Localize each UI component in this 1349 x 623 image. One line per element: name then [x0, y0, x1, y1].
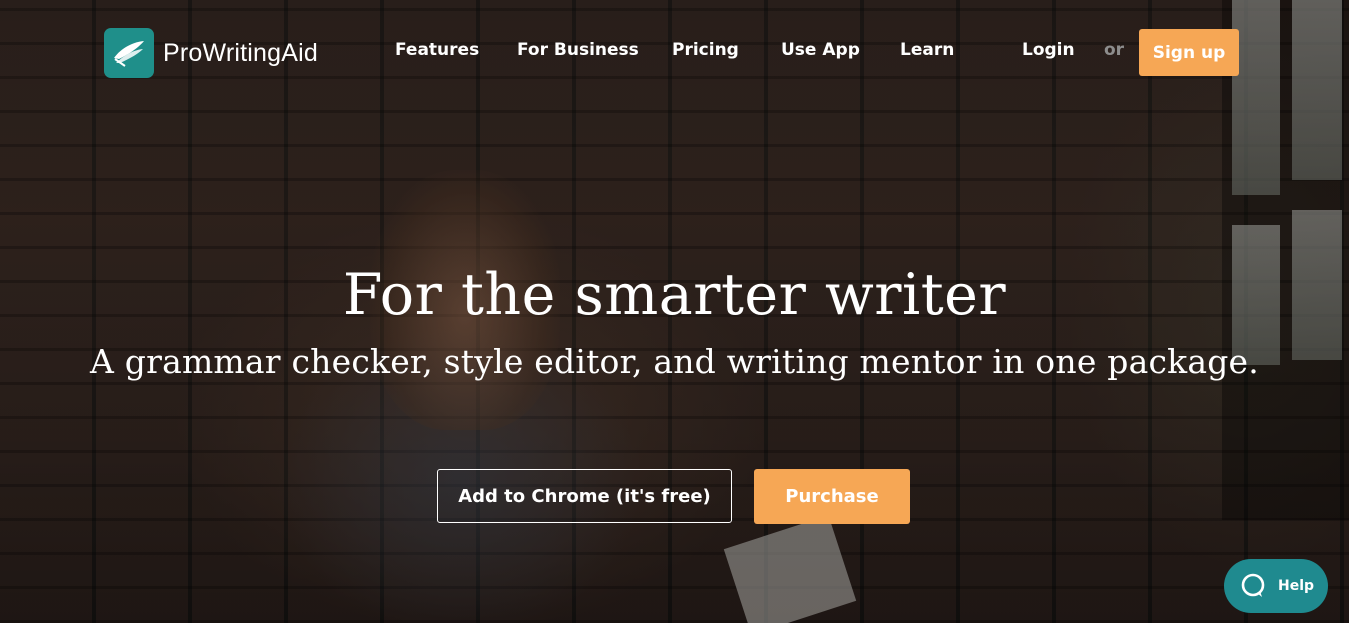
purchase-button[interactable]: Purchase: [754, 469, 910, 524]
add-to-chrome-button[interactable]: Add to Chrome (it's free): [437, 469, 732, 523]
or-separator: or: [1104, 40, 1125, 60]
brand-logo[interactable]: ProWritingAid: [104, 28, 318, 78]
feather-logo-icon: [104, 28, 154, 78]
nav-use-app[interactable]: Use App: [781, 40, 860, 60]
nav-learn[interactable]: Learn: [900, 40, 954, 60]
help-label: Help: [1278, 578, 1315, 594]
login-link[interactable]: Login: [1022, 40, 1075, 60]
top-header: ProWritingAid Features For Business Pric…: [0, 0, 1349, 100]
brand-name: ProWritingAid: [163, 38, 318, 67]
chat-bubble-icon: [1240, 573, 1266, 599]
nav-pricing[interactable]: Pricing: [672, 40, 739, 60]
hero-subheadline: A grammar checker, style editor, and wri…: [90, 342, 1259, 381]
nav-for-business[interactable]: For Business: [517, 40, 639, 60]
help-widget-button[interactable]: Help: [1224, 559, 1328, 613]
signup-button[interactable]: Sign up: [1139, 29, 1239, 76]
nav-features[interactable]: Features: [395, 40, 479, 60]
hero-headline: For the smarter writer: [342, 262, 1007, 328]
